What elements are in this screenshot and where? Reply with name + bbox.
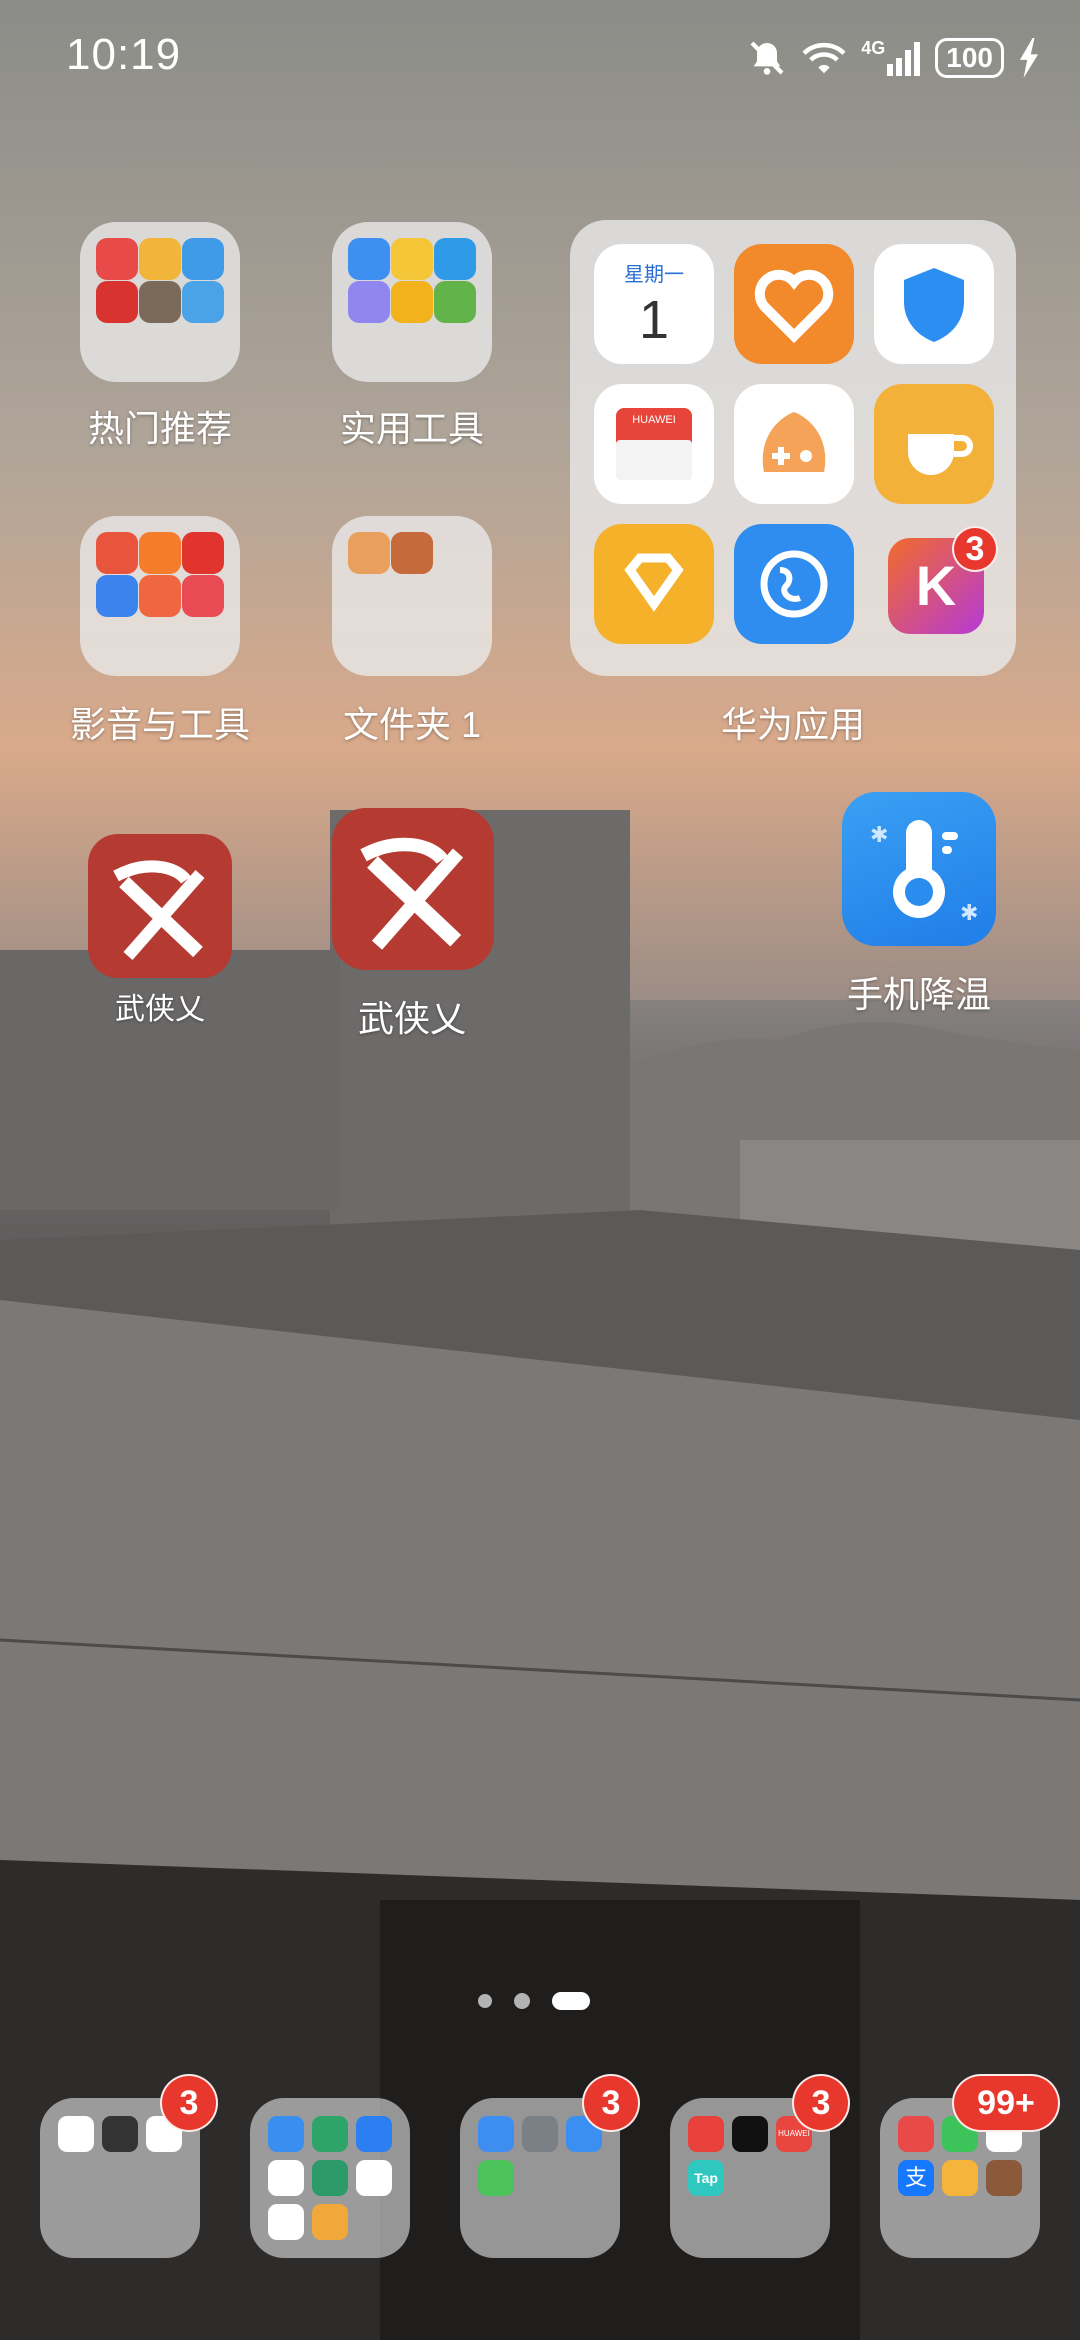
video-app-icon	[96, 532, 138, 574]
folder-label: 文件夹 1	[342, 704, 482, 745]
browser-globe-icon[interactable]	[734, 524, 854, 644]
battery-icon: 100	[935, 38, 1004, 78]
search-app-icon	[434, 238, 476, 280]
book-app-icon	[96, 238, 138, 280]
files-app-icon	[391, 238, 433, 280]
theme-app-icon	[139, 575, 181, 617]
weather-app-icon	[356, 2116, 392, 2152]
recorder-app-icon	[268, 2160, 304, 2196]
svg-text:✱: ✱	[960, 900, 978, 925]
player-app-icon	[139, 532, 181, 574]
memo-app-icon	[391, 281, 433, 323]
clock-app-icon	[356, 2160, 392, 2196]
network-app-icon	[312, 2116, 348, 2152]
browser-app-icon	[268, 2116, 304, 2152]
folder-utilities[interactable]	[332, 222, 492, 382]
hotspot-app-icon	[312, 2160, 348, 2196]
folder-media-tools[interactable]	[80, 516, 240, 676]
calendar-app-icon[interactable]: 星期一 1	[594, 244, 714, 364]
folder-huawei-apps[interactable]: 星期一 1 HUAWEI K 3	[570, 220, 1016, 676]
folder-label: 实用工具	[339, 408, 484, 449]
charging-icon	[1018, 36, 1040, 80]
wuxia-app-icon[interactable]	[88, 834, 232, 978]
taptap-app-icon: Tap	[688, 2160, 724, 2196]
security-shield-icon[interactable]	[874, 244, 994, 364]
coffee-cup-icon[interactable]	[874, 384, 994, 504]
notification-badge: 3	[582, 2074, 640, 2132]
game-center-icon[interactable]	[734, 384, 854, 504]
vmall-app-icon	[182, 532, 224, 574]
svg-text:✱: ✱	[870, 822, 888, 847]
gallery-app-icon	[58, 2116, 94, 2152]
photo-app-icon	[182, 238, 224, 280]
notification-badge: 3	[952, 526, 998, 572]
music-note-app-icon	[96, 575, 138, 617]
game-app-icon	[139, 281, 181, 323]
notification-badge: 3	[792, 2074, 850, 2132]
signal-icon: 4G	[861, 36, 921, 80]
files-app-icon	[312, 2204, 348, 2240]
search-page-dot[interactable]	[478, 1994, 492, 2008]
phone-app-icon	[478, 2160, 514, 2196]
music-app-icon	[96, 281, 138, 323]
health-app-icon	[898, 2116, 934, 2152]
mail-app-icon	[478, 2116, 514, 2152]
folder-label: 影音与工具	[69, 704, 250, 745]
game-app-icon	[348, 532, 390, 574]
app-label: 武侠乂	[357, 998, 466, 1039]
folder-label: 热门推荐	[87, 408, 232, 449]
game-app-icon	[391, 532, 433, 574]
wifi-icon	[801, 36, 847, 80]
diamond-app-icon[interactable]	[594, 524, 714, 644]
folder-hot-recommend[interactable]	[80, 222, 240, 382]
appgallery-icon[interactable]: HUAWEI	[594, 384, 714, 504]
app-label: 手机降温	[846, 974, 991, 1015]
page-dot[interactable]	[514, 1993, 530, 2009]
settings-app-icon	[522, 2116, 558, 2152]
game-center-app-icon	[434, 281, 476, 323]
dock-folder-system[interactable]	[250, 2098, 410, 2258]
health-app-icon[interactable]	[734, 244, 854, 364]
bell-muted-icon	[747, 36, 787, 80]
tiktok-app-icon	[732, 2116, 768, 2152]
notification-badge: 99+	[952, 2074, 1060, 2132]
video-app-icon	[942, 2160, 978, 2196]
status-time: 10:19	[66, 30, 182, 79]
assistant-app-icon	[348, 281, 390, 323]
game-app-icon	[986, 2160, 1022, 2196]
contacts-app-icon	[348, 238, 390, 280]
folder-1[interactable]	[332, 516, 492, 676]
calculator-app-icon	[268, 2204, 304, 2240]
camera-app-icon	[102, 2116, 138, 2152]
reader-app-icon	[182, 575, 224, 617]
page-dot-active[interactable]	[552, 1992, 590, 2010]
phone-cooling-icon[interactable]: ✱ ✱	[842, 792, 996, 946]
folder-label: 华为应用	[720, 704, 865, 745]
status-bar: 10:19 4G 100	[0, 0, 1080, 120]
stocks-app-icon	[182, 281, 224, 323]
wuxia-app-icon[interactable]	[332, 808, 494, 970]
notification-badge: 3	[160, 2074, 218, 2132]
notes-app-icon	[139, 238, 181, 280]
app-label: 武侠乂	[115, 993, 205, 1026]
kuaishou-app-icon	[688, 2116, 724, 2152]
alipay-app-icon: 支	[898, 2160, 934, 2196]
page-indicator[interactable]	[478, 1992, 590, 2010]
